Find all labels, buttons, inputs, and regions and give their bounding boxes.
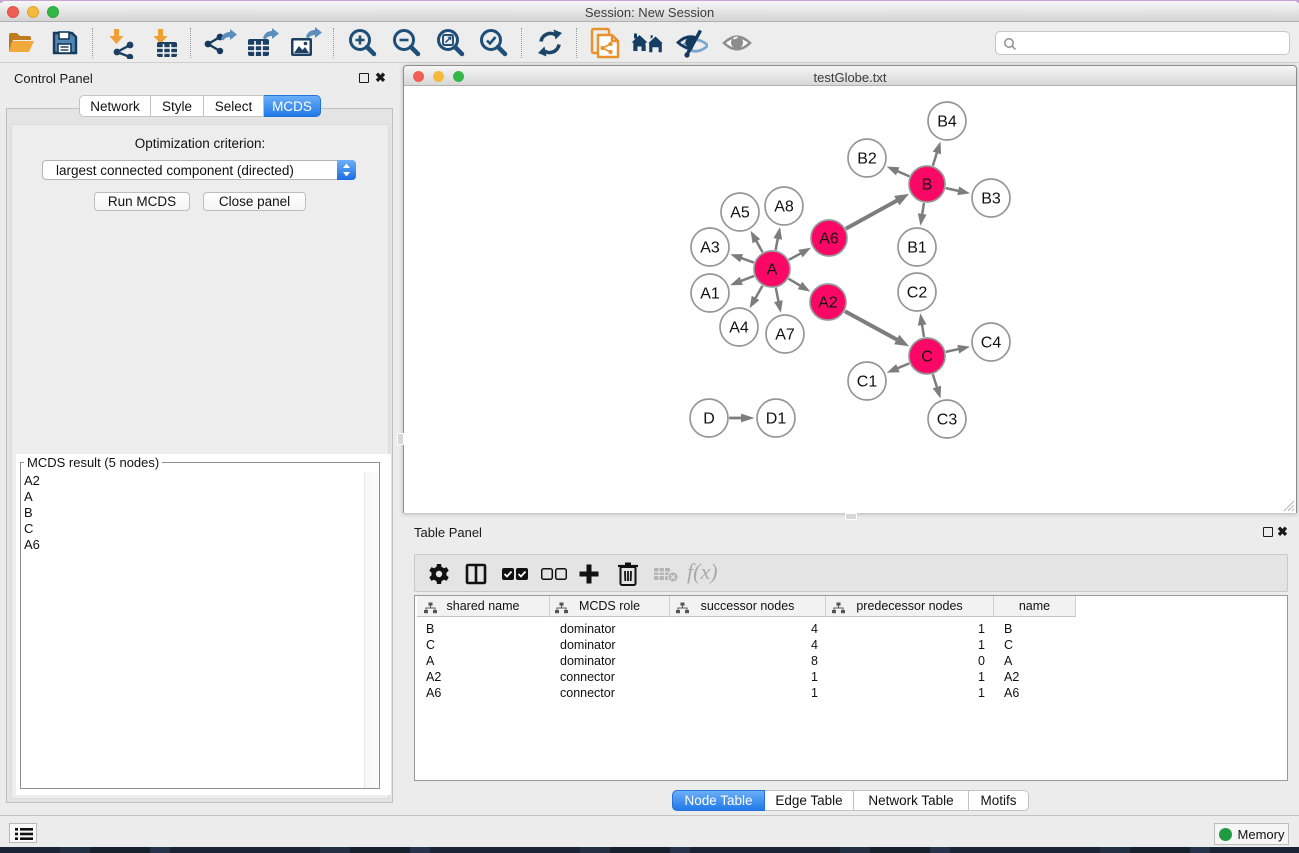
svg-text:D1: D1	[766, 411, 787, 428]
svg-text:C1: C1	[857, 374, 878, 391]
svg-text:B2: B2	[857, 151, 877, 168]
svg-text:A2: A2	[818, 295, 838, 312]
svg-text:C2: C2	[907, 285, 928, 302]
svg-text:C: C	[921, 349, 933, 366]
svg-text:A: A	[767, 262, 778, 279]
svg-text:A4: A4	[729, 320, 749, 337]
svg-text:A7: A7	[775, 327, 795, 344]
svg-text:A6: A6	[819, 231, 839, 248]
svg-text:B4: B4	[937, 114, 957, 131]
svg-text:A3: A3	[700, 240, 720, 257]
svg-text:C4: C4	[981, 335, 1002, 352]
svg-text:D: D	[703, 411, 715, 428]
svg-text:C3: C3	[937, 412, 958, 429]
svg-text:B: B	[922, 177, 933, 194]
svg-text:B3: B3	[981, 191, 1001, 208]
svg-text:A1: A1	[700, 286, 720, 303]
svg-text:A5: A5	[730, 205, 750, 222]
svg-text:A8: A8	[774, 199, 794, 216]
svg-text:B1: B1	[907, 240, 927, 257]
